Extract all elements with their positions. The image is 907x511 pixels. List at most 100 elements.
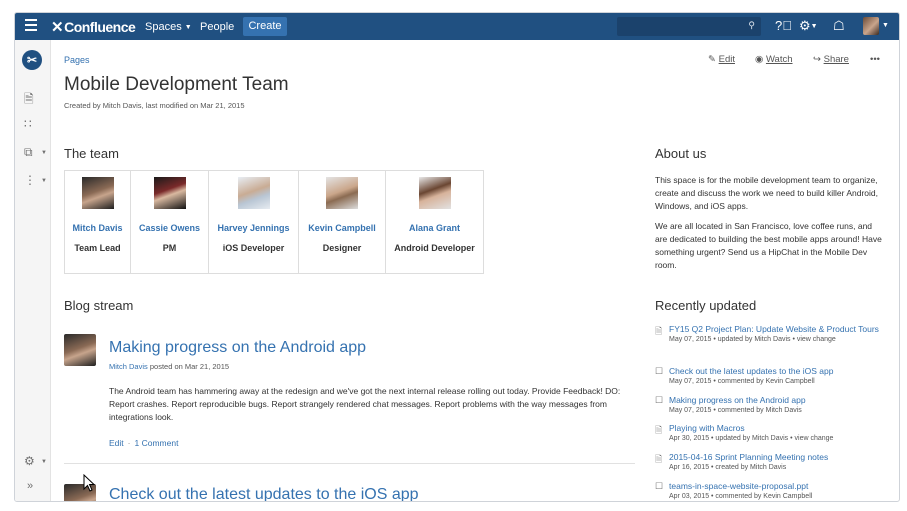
pages-icon[interactable]: 🗎 [24,90,34,111]
recent-item-title[interactable]: FY15 Q2 Project Plan: Update Website & P… [669,323,890,335]
blog-feed-icon[interactable]: ∷ [24,117,32,131]
about-heading: About us [655,146,707,161]
post-title[interactable]: Making progress on the Android app [109,339,366,357]
share-label: Share [823,54,849,65]
comment-icon: ☐ [655,481,664,491]
post-edit-link[interactable]: Edit [109,438,124,448]
watch-button[interactable]: ◉ Watch [755,54,793,65]
recent-item-meta: Apr 16, 2015 • created by Mitch Davis [669,464,787,471]
team-member: Harvey Jennings iOS Developer [209,171,299,273]
gear-icon[interactable]: ⚙▼ [799,18,818,34]
recent-item: 🗎 FY15 Q2 Project Plan: Update Website &… [655,323,890,345]
menu-icon[interactable] [25,19,37,34]
people-link[interactable]: People [200,21,234,33]
edit-button[interactable]: ✎ Edit [708,54,735,65]
help-icon[interactable]: ?⃝ [775,18,792,33]
recent-item-title[interactable]: Playing with Macros [669,422,890,434]
comment-icon: ☐ [655,366,664,376]
comment-icon: ☐ [655,395,664,405]
team-heading: The team [64,146,119,161]
member-name[interactable]: Cassie Owens [131,223,208,233]
team-member: Cassie Owens PM [131,171,209,273]
recent-item-title[interactable]: 2015-04-16 Sprint Planning Meeting notes [669,451,890,463]
team-member: Mitch Davis Team Lead [65,171,131,273]
expand-sidebar-icon[interactable]: » [27,480,33,492]
page-icon: 🗎 [655,425,663,435]
mouse-cursor-icon [83,474,95,492]
recent-item: 🗎 2015-04-16 Sprint Planning Meeting not… [655,451,890,473]
page-byline: Created by Mitch Davis, last modified on… [64,101,245,110]
chevron-down-icon[interactable]: ▼ [41,459,47,465]
notifications-icon[interactable]: ☖ [833,18,845,34]
about-text: This space is for the mobile development… [655,174,885,279]
edit-label: Edit [718,54,735,65]
watch-label: Watch [765,54,793,65]
pencil-icon: ✎ [708,54,716,65]
space-logo[interactable]: ✂ [22,50,42,70]
tree-icon[interactable]: ⋮ [24,173,36,187]
recent-item-title[interactable]: Check out the latest updates to the iOS … [669,365,890,377]
member-photo [81,177,114,209]
member-name[interactable]: Mitch Davis [65,223,130,233]
page-icon: 🗎 [655,326,663,336]
recent-item-meta: Apr 30, 2015 • updated by Mitch Davis • … [669,435,834,442]
page-content: Pages Mobile Development Team Created by… [50,40,899,501]
member-role: Android Developer [394,243,475,253]
post-author-avatar[interactable] [64,334,96,366]
shortcuts-icon[interactable]: ⧉ [24,145,33,160]
page-title: Mobile Development Team [64,74,289,95]
recent-item: 🗎 Playing with Macros Apr 30, 2015 • upd… [655,422,890,444]
recently-updated-heading: Recently updated [655,298,757,313]
post-title[interactable]: Check out the latest updates to the iOS … [109,486,419,501]
separator: · [127,438,131,448]
post-meta: Mitch Davis posted on Mar 21, 2015 [109,362,229,371]
recent-item-meta: May 07, 2015 • commented by Kevin Campbe… [669,378,815,385]
recent-item-title[interactable]: teams-in-space-website-proposal.ppt [669,480,890,492]
member-name[interactable]: Harvey Jennings [209,223,298,233]
spaces-menu[interactable]: Spaces ▼ [145,21,192,33]
space-sidebar: ✂ 🗎 ∷ ⧉ ▼ ⋮ ▼ ⚙ ▼ » [15,40,51,501]
eye-icon: ◉ [755,54,764,65]
search-input[interactable]: ⚲ [617,17,761,36]
top-navigation: ✕Confluence Spaces ▼ People Create ⚲ ?⃝ ⚙… [15,13,899,40]
recent-item-meta: Apr 03, 2015 • commented by Kevin Campbe… [669,493,813,500]
recent-item: ☐ Making progress on the Android app May… [655,394,890,416]
search-icon: ⚲ [748,20,755,30]
post-comments-link[interactable]: 1 Comment [135,438,179,448]
recent-item: ☐ Check out the latest updates to the iO… [655,365,890,387]
about-paragraph: We are all located in San Francisco, lov… [655,221,882,270]
share-button[interactable]: ↪ Share [813,54,849,65]
member-role: Team Lead [74,243,121,253]
member-photo [326,177,358,209]
browser-frame: ✕Confluence Spaces ▼ People Create ⚲ ?⃝ ⚙… [14,12,900,502]
more-actions-button[interactable]: ••• [870,54,880,65]
post-author-link[interactable]: Mitch Davis [109,362,148,371]
post-date: posted on Mar 21, 2015 [147,362,230,371]
chevron-down-icon[interactable]: ▼ [41,150,47,156]
confluence-logo[interactable]: ✕Confluence [51,18,136,36]
blog-heading: Blog stream [64,298,134,313]
member-name[interactable]: Alana Grant [386,223,483,233]
post-body: The Android team has hammering away at t… [109,386,621,422]
chevron-down-icon[interactable]: ▼ [882,22,889,29]
member-role: Designer [322,243,362,253]
confluence-x-icon: ✕ [51,19,64,36]
post-links: Edit · 1 Comment [109,438,178,448]
team-member: Kevin Campbell Designer [299,171,386,273]
recent-item: ☐ teams-in-space-website-proposal.ppt Ap… [655,480,890,501]
member-photo [237,177,270,209]
create-button[interactable]: Create [243,17,287,36]
member-role: PM [162,243,177,253]
space-tools-gear-icon[interactable]: ⚙ [24,454,35,468]
member-photo [153,177,186,209]
user-avatar[interactable] [863,17,879,35]
member-name[interactable]: Kevin Campbell [299,223,385,233]
chevron-down-icon: ▼ [184,24,192,31]
spaces-label: Spaces [145,21,182,33]
breadcrumb[interactable]: Pages [64,55,90,65]
share-icon: ↪ [813,54,821,65]
chevron-down-icon[interactable]: ▼ [41,178,47,184]
recent-item-title[interactable]: Making progress on the Android app [669,394,890,406]
recent-item-meta: May 07, 2015 • updated by Mitch Davis • … [669,336,836,343]
team-table: Mitch Davis Team Lead Cassie Owens PM Ha… [64,170,484,274]
